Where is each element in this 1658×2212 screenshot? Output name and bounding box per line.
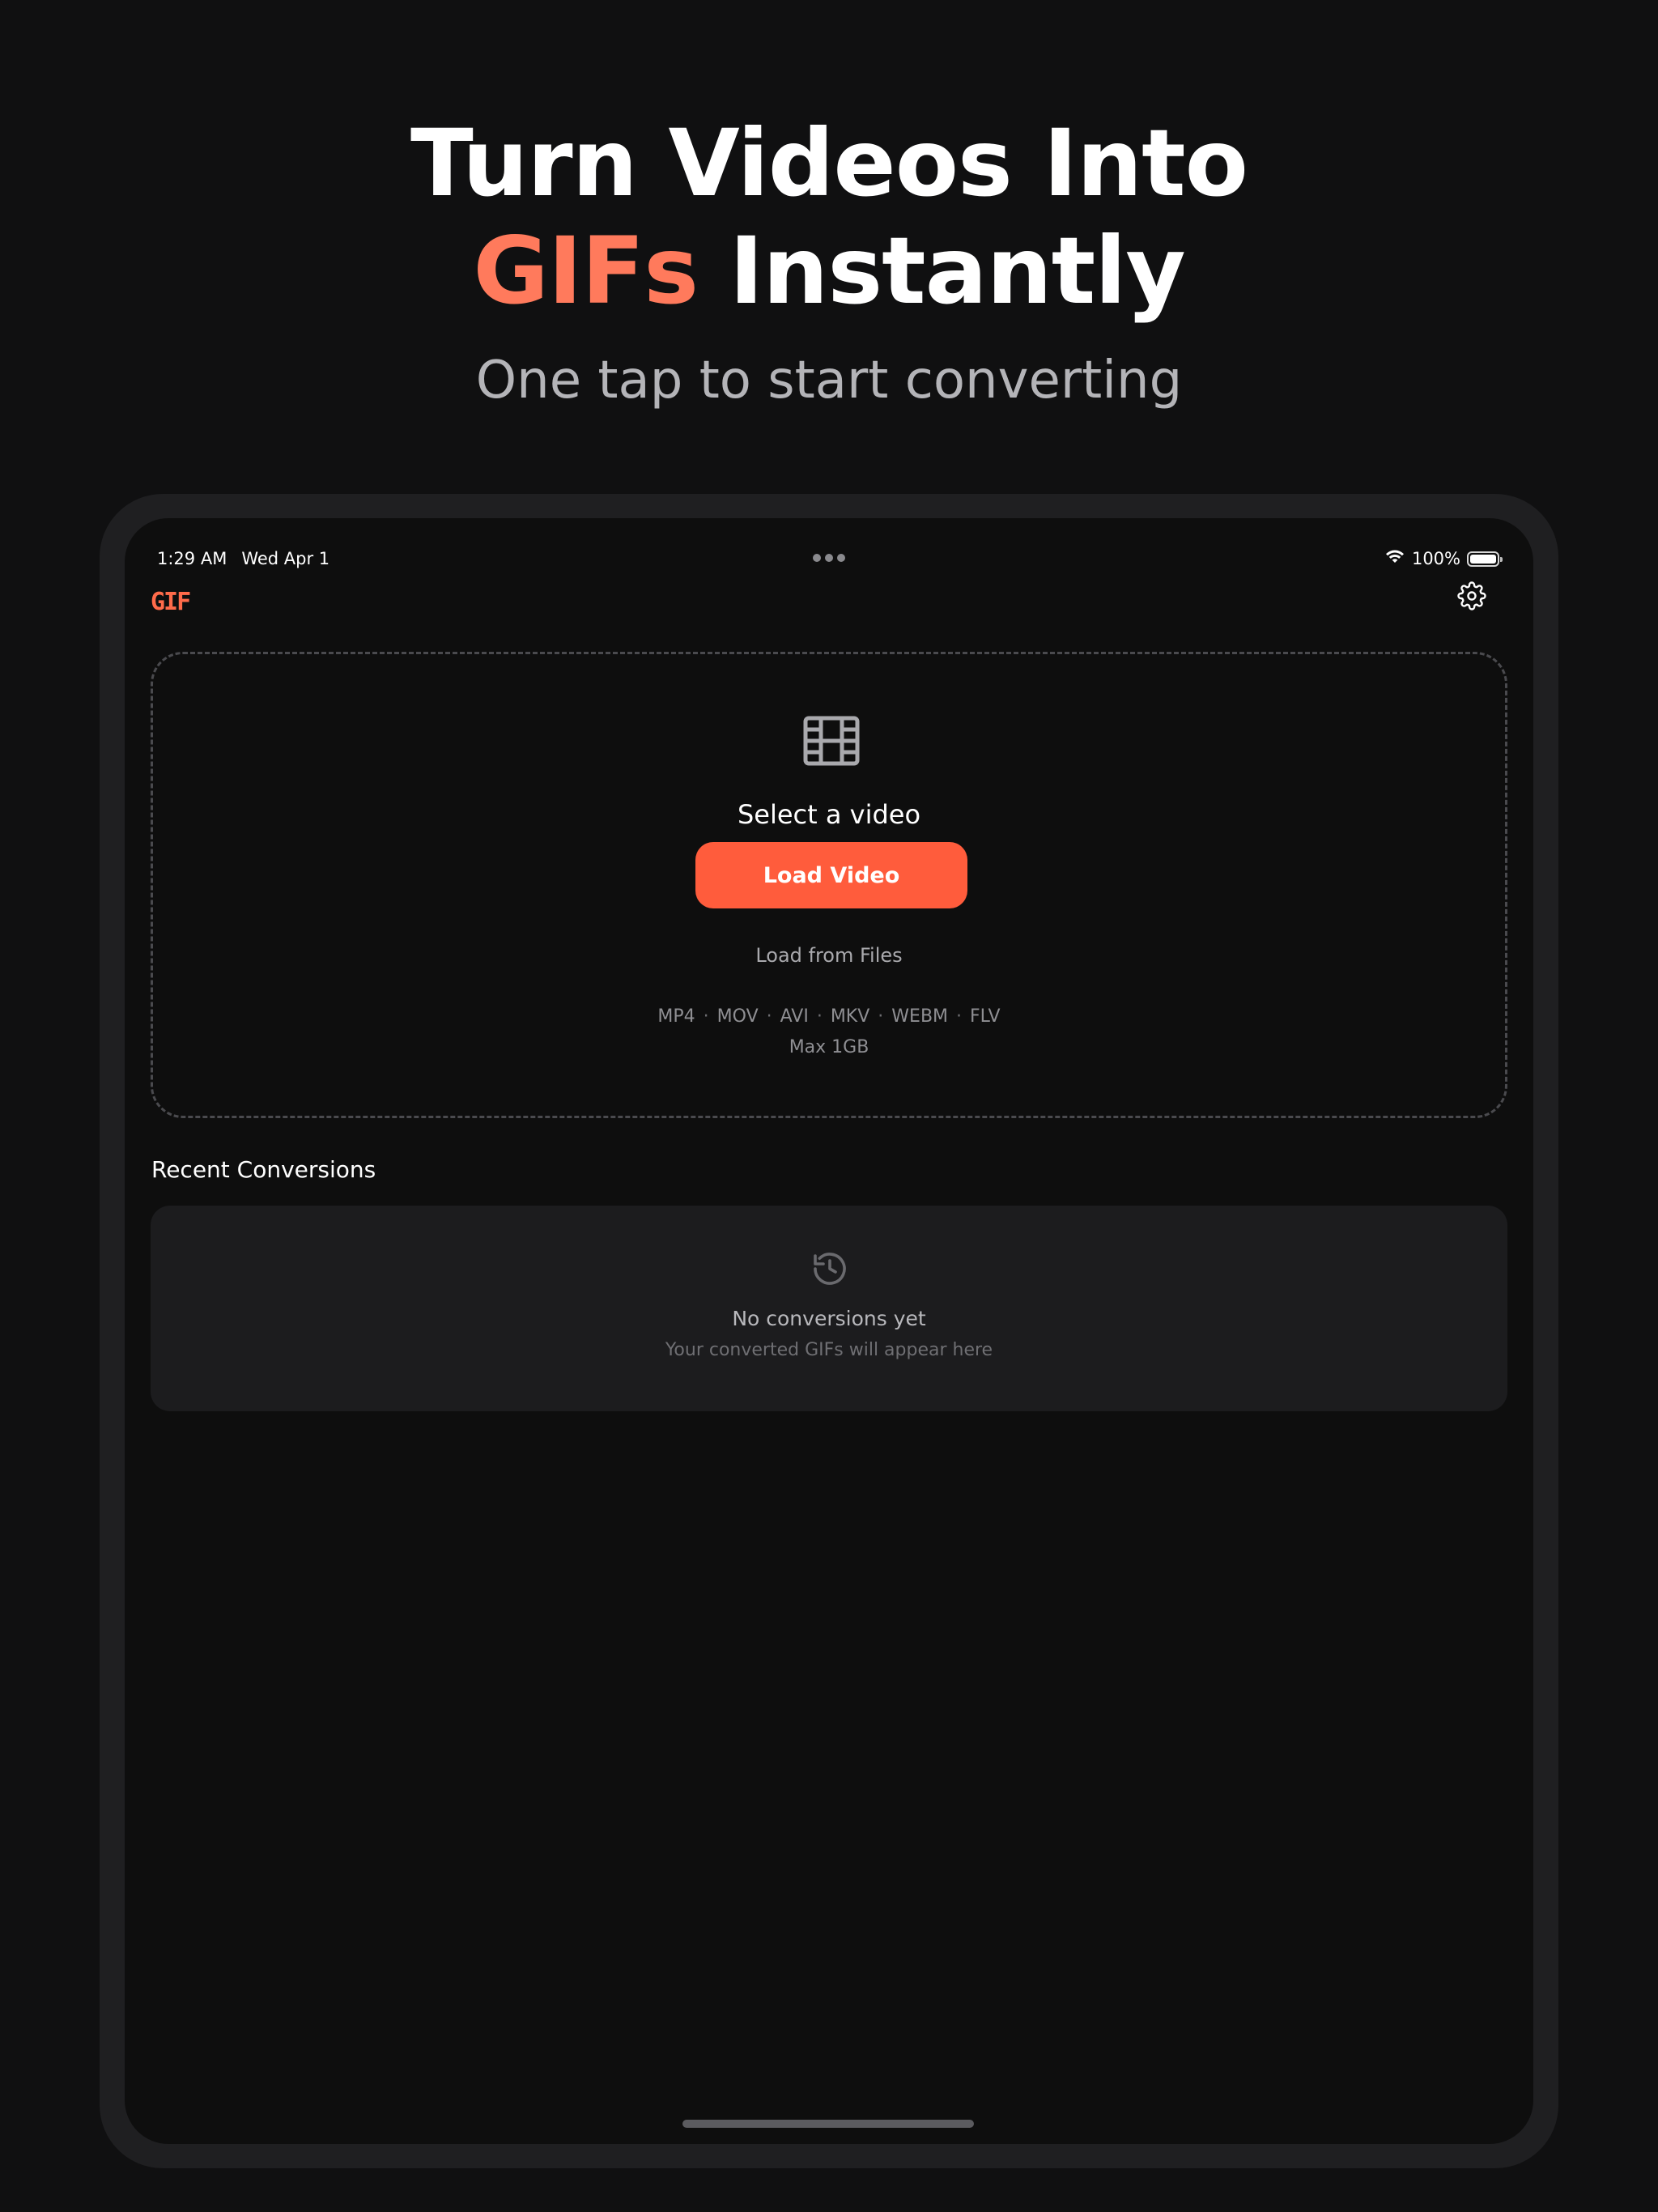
headline-accent-word: GIFs xyxy=(473,217,699,325)
max-file-size: Max 1GB xyxy=(789,1037,869,1057)
video-dropzone[interactable]: Select a video Load Video Load from File… xyxy=(151,652,1507,1118)
home-indicator[interactable] xyxy=(682,2120,974,2128)
headline-line-2: GIFs Instantly xyxy=(0,217,1658,325)
wifi-icon xyxy=(1384,549,1405,569)
multitasking-dots-icon[interactable] xyxy=(813,554,845,562)
load-from-files-link[interactable]: Load from Files xyxy=(153,942,1505,968)
status-time: 1:29 AM xyxy=(157,549,227,568)
battery-icon xyxy=(1467,551,1503,567)
format-separator: · xyxy=(816,1006,823,1027)
marketing-headline: Turn Videos Into GIFs Instantly xyxy=(0,109,1658,325)
empty-state-title: No conversions yet xyxy=(732,1307,926,1330)
dropzone-title: Select a video xyxy=(737,799,921,830)
empty-state-subtitle: Your converted GIFs will appear here xyxy=(665,1340,993,1360)
load-video-button[interactable]: Load Video xyxy=(695,842,967,908)
format-label: MOV xyxy=(716,1006,759,1027)
format-label: MP4 xyxy=(657,1006,695,1027)
status-indicators: 100% xyxy=(1384,547,1503,570)
format-label: AVI xyxy=(780,1006,809,1027)
gear-icon xyxy=(1457,581,1486,610)
recent-conversions-empty-state: No conversions yet Your converted GIFs w… xyxy=(151,1206,1507,1411)
headline-line-1: Turn Videos Into xyxy=(410,109,1248,217)
status-time-date: 1:29 AM Wed Apr 1 xyxy=(157,548,329,569)
recent-conversions-title: Recent Conversions xyxy=(151,1156,376,1183)
format-label: WEBM xyxy=(891,1006,949,1027)
marketing-subheadline: One tap to start converting xyxy=(475,351,1183,410)
battery-percentage: 100% xyxy=(1411,549,1460,568)
format-separator: · xyxy=(956,1006,963,1027)
app-logo: GIF xyxy=(151,588,191,616)
history-icon xyxy=(814,1253,846,1285)
film-icon xyxy=(803,716,860,766)
format-separator: · xyxy=(878,1006,884,1027)
settings-button[interactable] xyxy=(1449,573,1494,619)
app-screen: 1:29 AM Wed Apr 1 100% GIF Select a vide… xyxy=(125,518,1533,2144)
headline-line-2-rest: Instantly xyxy=(698,217,1186,325)
format-label: MKV xyxy=(830,1006,870,1027)
status-date: Wed Apr 1 xyxy=(241,549,330,568)
tablet-frame: 1:29 AM Wed Apr 1 100% GIF Select a vide… xyxy=(100,494,1558,2168)
format-separator: · xyxy=(703,1006,709,1027)
supported-formats: MP4 · MOV · AVI · MKV · WEBM · FLV xyxy=(153,1005,1505,1029)
format-separator: · xyxy=(766,1006,772,1027)
format-label: FLV xyxy=(970,1006,1001,1027)
